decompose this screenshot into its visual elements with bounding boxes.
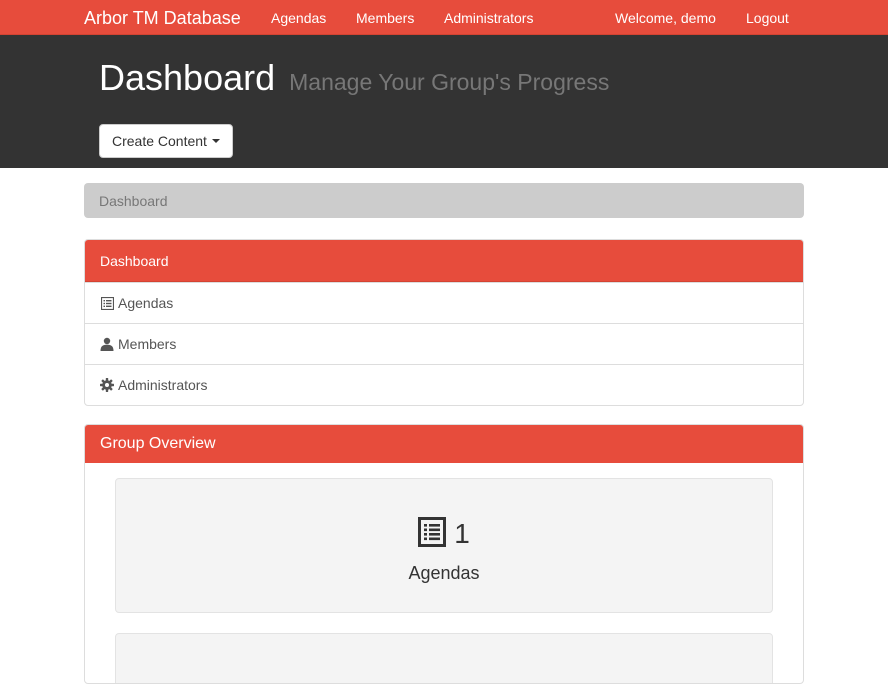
user-icon [100, 337, 114, 351]
caret-down-icon [211, 139, 220, 143]
menu-item-agendas[interactable]: Agendas [85, 282, 803, 323]
list-icon [418, 517, 447, 550]
page-header: Dashboard Manage Your Group's Progress C… [0, 35, 888, 168]
top-navbar: Arbor TM Database Agendas Members Admini… [0, 0, 888, 35]
group-overview-title: Group Overview [100, 435, 216, 452]
brand-link[interactable]: Arbor TM Database [84, 8, 241, 29]
group-overview-panel: Group Overview 1 Agendas [84, 424, 804, 684]
breadcrumb-item-dashboard: Dashboard [99, 192, 168, 209]
dashboard-menu-panel: Dashboard Agendas Members Administrators [84, 239, 804, 406]
gear-icon [100, 378, 114, 392]
nav-members-link[interactable]: Members [356, 10, 414, 26]
menu-item-label: Agendas [118, 295, 174, 311]
menu-heading-label: Dashboard [100, 252, 169, 269]
stat-card-agendas[interactable]: 1 Agendas [115, 478, 773, 613]
menu-item-administrators[interactable]: Administrators [85, 364, 803, 405]
logout-link[interactable]: Logout [746, 10, 789, 26]
group-overview-heading: Group Overview [85, 425, 803, 463]
welcome-user-link[interactable]: Welcome, demo [615, 10, 716, 26]
breadcrumb: Dashboard [84, 183, 804, 218]
stat-line: 1 [116, 517, 772, 550]
page-title-text: Dashboard [99, 57, 276, 98]
stat-count: 1 [454, 517, 470, 549]
menu-item-label: Administrators [118, 377, 208, 393]
create-content-button[interactable]: Create Content [99, 124, 233, 158]
page-title: Dashboard Manage Your Group's Progress [99, 57, 609, 99]
stat-card-next[interactable] [115, 633, 773, 683]
menu-item-dashboard-active[interactable]: Dashboard [85, 240, 803, 282]
nav-administrators-link[interactable]: Administrators [444, 10, 533, 26]
menu-item-members[interactable]: Members [85, 323, 803, 364]
stat-label: Agendas [408, 563, 480, 583]
create-content-label: Create Content [112, 133, 207, 149]
page-subtitle: Manage Your Group's Progress [289, 69, 610, 95]
list-icon [100, 296, 114, 310]
nav-agendas-link[interactable]: Agendas [271, 10, 326, 26]
menu-item-label: Members [118, 336, 177, 352]
